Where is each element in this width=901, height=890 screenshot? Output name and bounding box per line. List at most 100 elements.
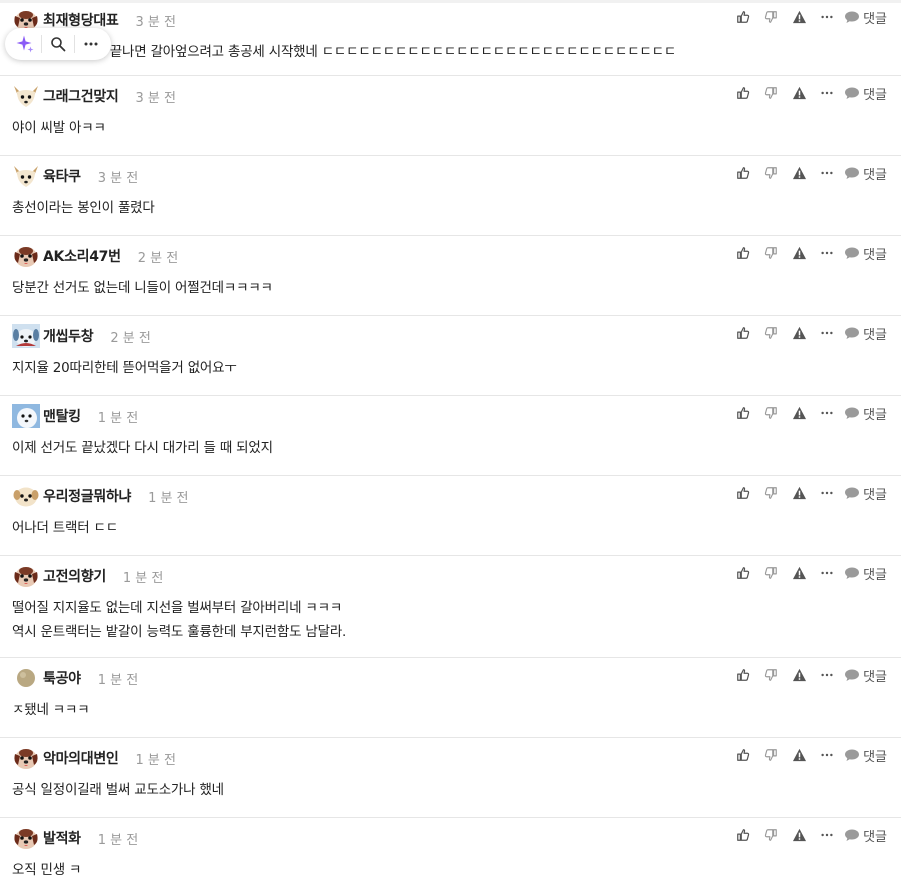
dislike-button[interactable] (762, 826, 780, 844)
like-button[interactable] (734, 404, 752, 422)
dislike-button[interactable] (762, 666, 780, 684)
reply-button[interactable]: 댓글 (844, 404, 887, 423)
comment-author[interactable]: AK소리47번 (43, 246, 121, 266)
report-button[interactable] (790, 484, 808, 502)
comment-item: 최재형당대표 3 분 전 나란 사람은 선거 끝나면 갈아엎으려고 총공세 시작했네… (0, 0, 901, 76)
comment-time: 1 분 전 (97, 672, 139, 688)
report-button[interactable] (790, 564, 808, 582)
reply-label: 댓글 (863, 407, 887, 423)
thumbs-down-icon (764, 166, 778, 180)
sparkle-icon[interactable] (13, 31, 37, 57)
thumbs-down-icon (764, 668, 778, 682)
report-button[interactable] (790, 324, 808, 342)
dislike-button[interactable] (762, 164, 780, 182)
more-button[interactable] (818, 84, 836, 102)
more-icon (820, 246, 834, 260)
dislike-button[interactable] (762, 564, 780, 582)
like-button[interactable] (734, 324, 752, 342)
comment-author[interactable]: 육타쿠 (43, 166, 81, 186)
avatar[interactable] (12, 746, 40, 770)
like-button[interactable] (734, 244, 752, 262)
report-button[interactable] (790, 84, 808, 102)
comment-author[interactable]: 악마의대변인 (43, 748, 119, 768)
avatar[interactable] (12, 164, 40, 188)
dislike-button[interactable] (762, 746, 780, 764)
like-button[interactable] (734, 84, 752, 102)
comment-author[interactable]: 그래그건맞지 (43, 86, 119, 106)
reply-button[interactable]: 댓글 (844, 564, 887, 583)
like-button[interactable] (734, 826, 752, 844)
comment-text-line: 총선이라는 봉인이 풀렸다 (12, 200, 155, 216)
like-button[interactable] (734, 8, 752, 26)
avatar[interactable] (12, 324, 40, 348)
reply-button[interactable]: 댓글 (844, 746, 887, 765)
dislike-button[interactable] (762, 484, 780, 502)
like-button[interactable] (734, 666, 752, 684)
comment-header: 육타쿠 3 분 전 (12, 165, 138, 187)
comment-time: 1 분 전 (97, 410, 139, 426)
report-button[interactable] (790, 746, 808, 764)
report-button[interactable] (790, 164, 808, 182)
avatar[interactable] (12, 484, 40, 508)
comment-item: 발적화 1 분 전 오직 민생 ㅋ 댓글 (0, 818, 901, 890)
avatar[interactable] (12, 564, 40, 588)
dislike-button[interactable] (762, 404, 780, 422)
more-button[interactable] (818, 666, 836, 684)
speech-bubble-icon (844, 566, 860, 580)
comment-author[interactable]: 최재형당대표 (43, 10, 119, 30)
reply-button[interactable]: 댓글 (844, 484, 887, 503)
more-button[interactable] (818, 564, 836, 582)
reply-button[interactable]: 댓글 (844, 244, 887, 263)
more-button[interactable] (818, 826, 836, 844)
comment-header: 고전의향기 1 분 전 (12, 565, 163, 587)
more-button[interactable] (818, 324, 836, 342)
comment-body: 지지율 20따리한테 뜯어먹을거 없어요ㅜ (12, 356, 872, 380)
avatar[interactable] (12, 244, 40, 268)
comment-time: 1 분 전 (148, 490, 189, 506)
more-button[interactable] (818, 244, 836, 262)
avatar[interactable] (12, 666, 40, 690)
dislike-button[interactable] (762, 8, 780, 26)
avatar[interactable] (12, 404, 40, 428)
reply-label: 댓글 (863, 669, 887, 685)
comment-author[interactable]: 발적화 (43, 828, 81, 848)
dislike-button[interactable] (762, 324, 780, 342)
more-icon[interactable] (79, 31, 103, 57)
comment-author[interactable]: 개씹두창 (43, 326, 94, 346)
reply-button[interactable]: 댓글 (844, 164, 887, 183)
comment-time: 2 분 전 (110, 330, 151, 346)
report-button[interactable] (790, 666, 808, 684)
more-button[interactable] (818, 746, 836, 764)
comment-author[interactable]: 맨탈킹 (43, 406, 81, 426)
like-button[interactable] (734, 746, 752, 764)
report-button[interactable] (790, 826, 808, 844)
report-button[interactable] (790, 8, 808, 26)
reply-button[interactable]: 댓글 (844, 826, 887, 845)
more-button[interactable] (818, 164, 836, 182)
reply-button[interactable]: 댓글 (844, 324, 887, 343)
reply-button[interactable]: 댓글 (844, 8, 887, 27)
report-icon (792, 748, 807, 762)
reply-button[interactable]: 댓글 (844, 666, 887, 685)
avatar[interactable] (12, 826, 40, 850)
more-button[interactable] (818, 8, 836, 26)
like-button[interactable] (734, 164, 752, 182)
like-button[interactable] (734, 564, 752, 582)
thumbs-down-icon (764, 326, 778, 340)
thumbs-up-icon (736, 86, 750, 100)
comment-author[interactable]: 고전의향기 (43, 566, 106, 586)
comment-body: 나란 사람은 선거 끝나면 갈아엎으려고 총공세 시작했네 ㄷㄷㄷㄷㄷㄷㄷㄷㄷㄷ… (12, 40, 872, 64)
like-button[interactable] (734, 484, 752, 502)
more-button[interactable] (818, 404, 836, 422)
reply-button[interactable]: 댓글 (844, 84, 887, 103)
more-button[interactable] (818, 484, 836, 502)
dislike-button[interactable] (762, 244, 780, 262)
search-icon[interactable] (46, 31, 70, 57)
avatar[interactable] (12, 84, 40, 108)
comment-author[interactable]: 우리정글뭐하냐 (43, 486, 131, 506)
comment-author[interactable]: 툭공야 (43, 668, 81, 688)
dislike-button[interactable] (762, 84, 780, 102)
report-button[interactable] (790, 244, 808, 262)
report-button[interactable] (790, 404, 808, 422)
comment-actions: 댓글 (734, 84, 887, 103)
